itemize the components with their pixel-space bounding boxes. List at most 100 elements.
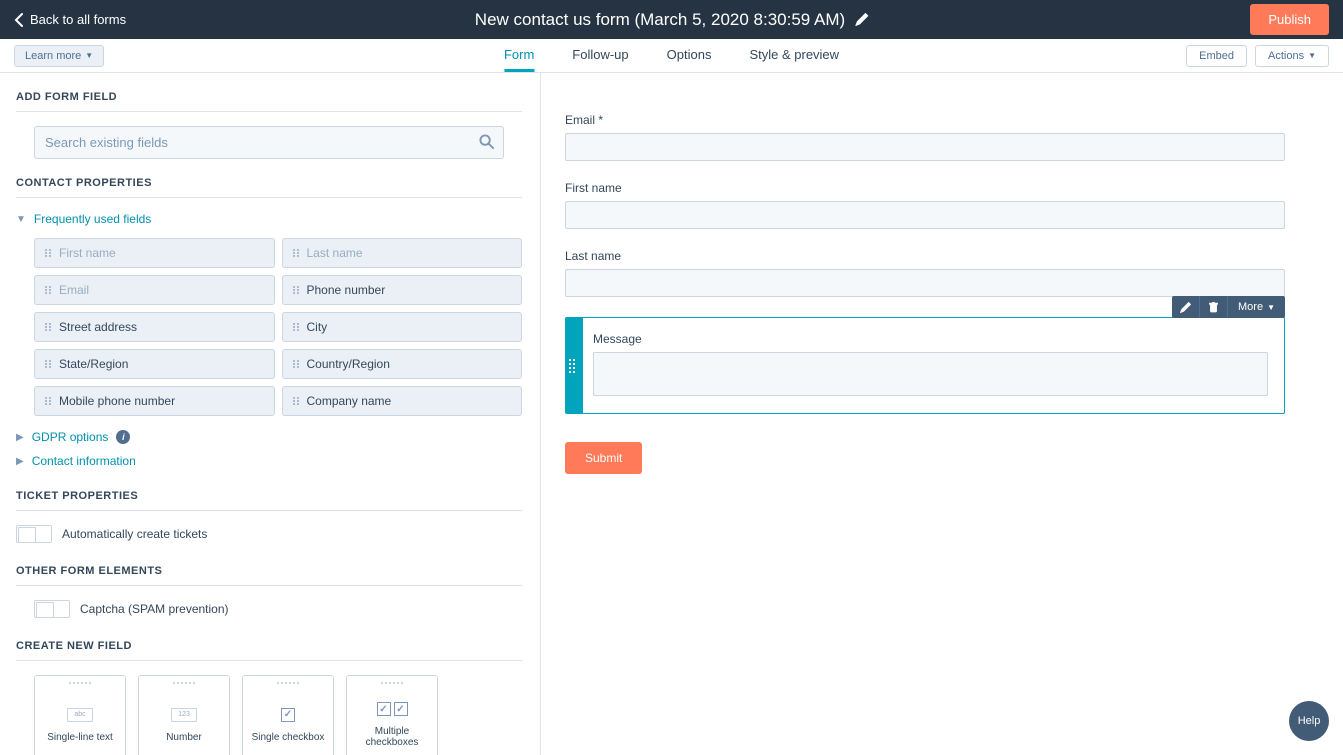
field-item[interactable]: Phone number <box>282 275 523 305</box>
create-field-card[interactable]: Single checkbox <box>242 675 334 755</box>
submit-button[interactable]: Submit <box>565 442 642 474</box>
create-field-card[interactable]: Multiple checkboxes <box>346 675 438 755</box>
field-item-label: First name <box>59 246 116 260</box>
section-contact-properties: CONTACT PROPERTIES <box>16 177 522 198</box>
form-field-group: First name <box>565 181 1285 229</box>
field-item-label: Last name <box>307 246 363 260</box>
create-field-card[interactable]: abc Single-line text <box>34 675 126 755</box>
drag-handle-icon <box>173 682 195 684</box>
page-title: New contact us form (March 5, 2020 8:30:… <box>475 10 845 30</box>
info-icon: i <box>116 430 130 444</box>
section-create-new: CREATE NEW FIELD <box>16 640 522 661</box>
search-input[interactable] <box>34 126 504 159</box>
drag-handle-icon <box>45 286 51 294</box>
publish-button[interactable]: Publish <box>1250 4 1329 35</box>
gdpr-options-toggle[interactable]: ▶ GDPR options i <box>16 430 522 444</box>
drag-handle-icon <box>293 286 299 294</box>
drag-handle-icon <box>293 360 299 368</box>
selected-form-field[interactable]: More ▼ Message <box>565 317 1285 414</box>
pencil-icon <box>1180 302 1191 313</box>
learn-more-button[interactable]: Learn more ▼ <box>14 45 104 67</box>
field-item[interactable]: Street address <box>34 312 275 342</box>
form-field-label: Email * <box>565 113 1285 127</box>
auto-create-tickets-toggle[interactable] <box>16 525 52 543</box>
field-item-label: Mobile phone number <box>59 394 175 408</box>
caret-right-icon: ▶ <box>16 456 24 467</box>
caret-down-icon: ▼ <box>16 214 26 225</box>
form-field-group: Last name <box>565 249 1285 297</box>
field-item[interactable]: City <box>282 312 523 342</box>
create-field-card[interactable]: 123 Number <box>138 675 230 755</box>
field-item[interactable]: Mobile phone number <box>34 386 275 416</box>
captcha-label: Captcha (SPAM prevention) <box>80 602 229 616</box>
field-item[interactable]: Company name <box>282 386 523 416</box>
form-field-input[interactable] <box>565 133 1285 161</box>
drag-handle-icon <box>45 323 51 331</box>
checkbox-icon <box>281 708 295 722</box>
section-ticket-properties: TICKET PROPERTIES <box>16 490 522 511</box>
form-field-group: Email * <box>565 113 1285 161</box>
caret-right-icon: ▶ <box>16 432 24 443</box>
section-other-elements: OTHER FORM ELEMENTS <box>16 565 522 586</box>
caret-down-icon: ▼ <box>1267 303 1275 312</box>
field-item[interactable]: Email <box>34 275 275 305</box>
left-panel: ADD FORM FIELD CONTACT PROPERTIES ▼ Freq… <box>0 73 541 755</box>
message-textarea[interactable] <box>593 352 1268 396</box>
chevron-left-icon <box>14 13 24 27</box>
drag-handle-icon <box>293 397 299 405</box>
caret-down-icon: ▼ <box>85 51 93 60</box>
drag-handle-icon <box>381 682 403 684</box>
tab-follow-up[interactable]: Follow-up <box>572 39 628 72</box>
embed-button[interactable]: Embed <box>1186 45 1247 67</box>
drag-handle-icon <box>45 360 51 368</box>
edit-title-icon[interactable] <box>855 13 868 26</box>
multi-checkbox-icon <box>377 702 408 716</box>
frequently-used-toggle[interactable]: ▼ Frequently used fields <box>16 212 522 226</box>
caret-down-icon: ▼ <box>1308 51 1316 60</box>
form-field-input[interactable] <box>565 201 1285 229</box>
field-item-label: Country/Region <box>307 357 390 371</box>
create-card-label: Number <box>166 732 202 743</box>
drag-handle-icon <box>293 323 299 331</box>
field-item-label: Email <box>59 283 89 297</box>
form-field-input[interactable] <box>565 269 1285 297</box>
field-item-label: Phone number <box>307 283 386 297</box>
section-add-form-field: ADD FORM FIELD <box>16 91 522 112</box>
field-item-label: Company name <box>307 394 392 408</box>
tab-style-preview[interactable]: Style & preview <box>749 39 839 72</box>
drag-handle-icon <box>293 249 299 257</box>
create-card-label: Multiple checkboxes <box>347 726 437 748</box>
back-to-forms-link[interactable]: Back to all forms <box>14 12 126 27</box>
field-item-label: Street address <box>59 320 137 334</box>
field-item-label: City <box>307 320 328 334</box>
contact-information-toggle[interactable]: ▶ Contact information <box>16 454 522 468</box>
create-card-label: Single checkbox <box>252 732 325 743</box>
more-field-button[interactable]: More ▼ <box>1228 296 1285 318</box>
form-field-label: First name <box>565 181 1285 195</box>
field-item-label: State/Region <box>59 357 128 371</box>
text-field-icon: 123 <box>171 708 197 722</box>
message-label: Message <box>593 332 1268 346</box>
captcha-toggle[interactable] <box>34 600 70 618</box>
tab-options[interactable]: Options <box>667 39 712 72</box>
trash-icon <box>1208 302 1219 313</box>
drag-handle-icon <box>277 682 299 684</box>
drag-handle-icon <box>69 682 91 684</box>
auto-tickets-label: Automatically create tickets <box>62 527 207 541</box>
field-item[interactable]: State/Region <box>34 349 275 379</box>
drag-handle-icon <box>45 249 51 257</box>
drag-handle-icon[interactable] <box>569 359 575 373</box>
field-item[interactable]: First name <box>34 238 275 268</box>
actions-button[interactable]: Actions ▼ <box>1255 45 1329 67</box>
edit-field-button[interactable] <box>1172 296 1200 318</box>
text-field-icon: abc <box>67 708 93 722</box>
field-item[interactable]: Country/Region <box>282 349 523 379</box>
back-label: Back to all forms <box>30 12 126 27</box>
search-icon[interactable] <box>479 134 494 152</box>
field-item[interactable]: Last name <box>282 238 523 268</box>
help-button[interactable]: Help <box>1289 701 1329 741</box>
create-card-label: Single-line text <box>47 732 113 743</box>
form-field-label: Last name <box>565 249 1285 263</box>
delete-field-button[interactable] <box>1200 296 1228 318</box>
tab-form[interactable]: Form <box>504 39 534 72</box>
